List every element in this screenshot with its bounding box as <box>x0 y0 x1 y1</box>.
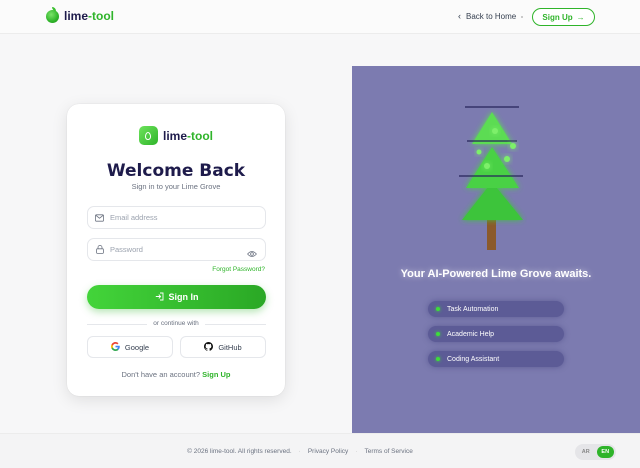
footer: © 2026 lime-tool. All rights reserved. ·… <box>0 433 640 468</box>
login-arrow-icon <box>155 292 164 303</box>
mail-icon <box>95 213 104 222</box>
sign-in-label: Sign In <box>168 292 199 302</box>
google-label: Google <box>124 342 150 352</box>
brand-logo[interactable]: lime-tool <box>46 6 115 23</box>
header-signup-label: Sign Up <box>542 12 573 22</box>
language-toggle[interactable]: AR EN <box>575 444 616 460</box>
feature-label: Task Automation <box>447 305 499 313</box>
chevron-left-icon: ‹ <box>458 11 461 21</box>
email-input[interactable] <box>110 213 230 222</box>
github-signin-button[interactable]: GitHub <box>180 336 266 358</box>
login-card: lime-tool Welcome Back Sign in to your L… <box>67 104 285 396</box>
google-icon <box>110 341 120 353</box>
github-icon <box>204 341 214 353</box>
lang-option-ar[interactable]: AR <box>577 446 595 458</box>
eye-icon[interactable] <box>247 245 257 263</box>
back-to-home-label: Back to Home <box>466 11 517 21</box>
divider-text: or continue with <box>67 320 285 327</box>
feature-pill-task-automation: Task Automation <box>428 301 564 317</box>
page-title: Welcome Back <box>106 161 246 181</box>
google-signin-button[interactable]: Google <box>87 336 173 358</box>
footer-links: © 2026 lime-tool. All rights reserved. ·… <box>187 448 413 455</box>
brand-name: lime-tool <box>64 9 115 23</box>
hero-panel: Your AI-Powered Lime Grove awaits. Task … <box>352 66 640 433</box>
password-input[interactable] <box>110 245 230 254</box>
github-label: GitHub <box>218 342 242 352</box>
arrow-right-icon: → <box>576 12 585 22</box>
back-to-home-link[interactable]: ‹ Back to Home <box>458 11 516 21</box>
status-dot-icon <box>436 357 440 361</box>
feature-label: Coding Assistant <box>447 355 500 363</box>
card-signup-link[interactable]: Sign Up <box>202 370 230 379</box>
email-field[interactable] <box>87 206 266 229</box>
header-separator <box>521 16 523 18</box>
terms-of-service-link[interactable]: Terms of Service <box>364 448 412 455</box>
lime-tree-illustration <box>459 106 523 250</box>
lime-icon <box>46 6 59 23</box>
lime-drop-icon <box>138 126 158 145</box>
forgot-password-link[interactable]: Forgot Password? <box>212 266 265 273</box>
top-navbar: lime-tool ‹ Back to Home Sign Up → <box>0 0 640 34</box>
no-account-prompt: Don't have an account? Sign Up <box>121 370 231 379</box>
privacy-policy-link[interactable]: Privacy Policy <box>308 448 348 455</box>
card-brand-name: lime-tool <box>162 128 213 143</box>
lang-option-en[interactable]: EN <box>596 446 614 458</box>
feature-pill-coding-assistant: Coding Assistant <box>428 351 564 367</box>
lock-icon <box>95 245 104 254</box>
card-brand: lime-tool <box>67 126 285 145</box>
sign-in-button[interactable]: Sign In <box>87 285 266 309</box>
page-subtitle: Sign in to your Lime Grove <box>131 182 221 191</box>
password-field[interactable] <box>87 238 266 261</box>
hero-tagline: Your AI-Powered Lime Grove awaits. <box>400 268 592 280</box>
feature-label: Academic Help <box>447 330 495 338</box>
status-dot-icon <box>436 307 440 311</box>
header-signup-button[interactable]: Sign Up → <box>532 8 595 26</box>
feature-pill-academic-help: Academic Help <box>428 326 564 342</box>
status-dot-icon <box>436 332 440 336</box>
copyright-text: © 2026 lime-tool. All rights reserved. <box>187 448 292 455</box>
